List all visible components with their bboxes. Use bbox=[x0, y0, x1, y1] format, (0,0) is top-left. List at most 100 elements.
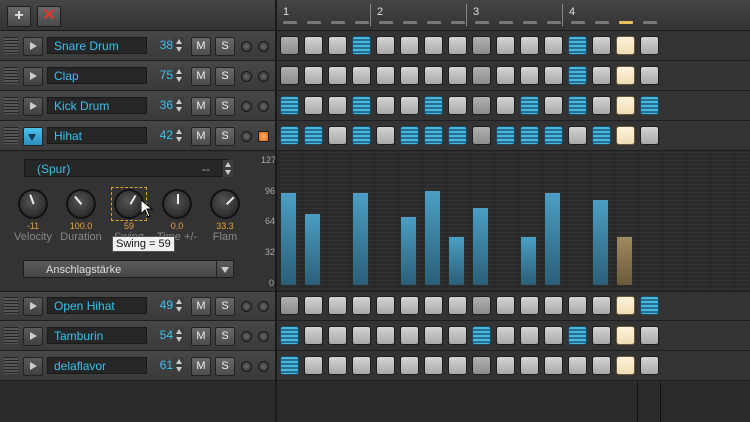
drag-handle-icon[interactable] bbox=[4, 327, 18, 344]
track-name[interactable]: Kick Drum bbox=[47, 97, 147, 114]
solo-button[interactable]: S bbox=[215, 67, 235, 86]
step-pad[interactable] bbox=[496, 66, 515, 85]
velocity-mode-select[interactable]: Anschlagstärke bbox=[23, 260, 234, 278]
solo-button[interactable]: S bbox=[215, 97, 235, 116]
step-pad[interactable] bbox=[520, 36, 539, 55]
spur-spinner[interactable] bbox=[223, 160, 233, 177]
step-pad[interactable] bbox=[568, 66, 587, 85]
step-pad[interactable] bbox=[520, 66, 539, 85]
step-pad[interactable] bbox=[304, 126, 323, 145]
timeline-ruler[interactable]: 1 2 3 4 bbox=[276, 0, 750, 30]
expand-track-button[interactable] bbox=[23, 357, 43, 376]
spur-select[interactable]: (Spur) -- bbox=[24, 159, 229, 177]
step-pad[interactable] bbox=[280, 66, 299, 85]
track-name[interactable]: Tamburin bbox=[47, 327, 147, 344]
mute-button[interactable]: M bbox=[191, 357, 211, 376]
drag-handle-icon[interactable] bbox=[4, 127, 18, 144]
step-pad[interactable] bbox=[424, 126, 443, 145]
step-pad[interactable] bbox=[400, 296, 419, 315]
step-pad[interactable] bbox=[640, 126, 659, 145]
step-pad[interactable] bbox=[592, 36, 611, 55]
step-pad[interactable] bbox=[304, 326, 323, 345]
step-pad[interactable] bbox=[472, 356, 491, 375]
step-pad[interactable] bbox=[520, 326, 539, 345]
step-pad[interactable] bbox=[376, 126, 395, 145]
step-pad[interactable] bbox=[496, 126, 515, 145]
expand-track-button[interactable] bbox=[23, 67, 43, 86]
step-pad[interactable] bbox=[544, 126, 563, 145]
step-pad[interactable] bbox=[520, 296, 539, 315]
step-pad[interactable] bbox=[544, 326, 563, 345]
step-pad[interactable] bbox=[544, 296, 563, 315]
step-pad[interactable] bbox=[280, 126, 299, 145]
drag-handle-icon[interactable] bbox=[4, 37, 18, 54]
expand-track-button[interactable] bbox=[23, 97, 43, 116]
mute-button[interactable]: M bbox=[191, 297, 211, 316]
step-pad[interactable] bbox=[304, 356, 323, 375]
track-velocity[interactable]: 36 bbox=[149, 97, 173, 114]
step-pad[interactable] bbox=[568, 356, 587, 375]
step-pad[interactable] bbox=[328, 296, 347, 315]
monitor-led-icon[interactable] bbox=[241, 101, 252, 112]
solo-button[interactable]: S bbox=[215, 357, 235, 376]
step-pad[interactable] bbox=[328, 126, 347, 145]
step-pad[interactable] bbox=[592, 356, 611, 375]
step-pad[interactable] bbox=[400, 326, 419, 345]
step-pad[interactable] bbox=[496, 356, 515, 375]
step-pad[interactable] bbox=[568, 36, 587, 55]
current-step-pad[interactable] bbox=[616, 96, 635, 115]
current-step-pad[interactable] bbox=[616, 356, 635, 375]
step-pad[interactable] bbox=[640, 326, 659, 345]
monitor-led-icon[interactable] bbox=[241, 131, 252, 142]
track-velocity[interactable]: 38 bbox=[149, 37, 173, 54]
velocity-bar[interactable] bbox=[521, 237, 536, 285]
knob-time[interactable] bbox=[162, 189, 192, 219]
velocity-spinner[interactable] bbox=[174, 357, 184, 374]
drag-handle-icon[interactable] bbox=[4, 97, 18, 114]
step-pad[interactable] bbox=[280, 356, 299, 375]
step-pad[interactable] bbox=[280, 326, 299, 345]
step-pad[interactable] bbox=[568, 326, 587, 345]
velocity-spinner[interactable] bbox=[174, 67, 184, 84]
mute-button[interactable]: M bbox=[191, 37, 211, 56]
remove-track-button[interactable]: ✕ bbox=[37, 6, 61, 27]
velocity-bar[interactable] bbox=[281, 193, 296, 285]
step-pad[interactable] bbox=[352, 36, 371, 55]
solo-button[interactable]: S bbox=[215, 37, 235, 56]
step-pad[interactable] bbox=[568, 296, 587, 315]
velocity-bar[interactable] bbox=[449, 237, 464, 285]
velocity-spinner[interactable] bbox=[174, 127, 184, 144]
mute-button[interactable]: M bbox=[191, 97, 211, 116]
step-pad[interactable] bbox=[544, 356, 563, 375]
step-pad[interactable] bbox=[376, 96, 395, 115]
velocity-bar[interactable] bbox=[473, 208, 488, 285]
current-step-pad[interactable] bbox=[616, 296, 635, 315]
velocity-bar[interactable] bbox=[353, 193, 368, 285]
step-pad[interactable] bbox=[640, 96, 659, 115]
step-pad[interactable] bbox=[496, 36, 515, 55]
track-velocity[interactable]: 54 bbox=[149, 327, 173, 344]
track-name[interactable]: Snare Drum bbox=[47, 37, 147, 54]
step-pad[interactable] bbox=[424, 326, 443, 345]
step-pad[interactable] bbox=[376, 356, 395, 375]
drag-handle-icon[interactable] bbox=[4, 67, 18, 84]
step-pad[interactable] bbox=[352, 296, 371, 315]
step-pad[interactable] bbox=[448, 36, 467, 55]
velocity-bar[interactable] bbox=[593, 200, 608, 285]
step-pad[interactable] bbox=[448, 66, 467, 85]
current-step-pad[interactable] bbox=[616, 126, 635, 145]
step-pad[interactable] bbox=[640, 66, 659, 85]
expand-track-button[interactable] bbox=[23, 297, 43, 316]
velocity-bar[interactable] bbox=[545, 193, 560, 285]
step-pad[interactable] bbox=[640, 36, 659, 55]
monitor-led-icon[interactable] bbox=[241, 331, 252, 342]
record-led-icon[interactable] bbox=[258, 71, 269, 82]
track-name[interactable]: Clap bbox=[47, 67, 147, 84]
record-led-icon[interactable] bbox=[258, 41, 269, 52]
step-pad[interactable] bbox=[400, 66, 419, 85]
step-pad[interactable] bbox=[304, 66, 323, 85]
step-pad[interactable] bbox=[352, 66, 371, 85]
record-led-icon[interactable] bbox=[258, 331, 269, 342]
collapse-track-button[interactable] bbox=[23, 127, 43, 146]
step-pad[interactable] bbox=[352, 356, 371, 375]
